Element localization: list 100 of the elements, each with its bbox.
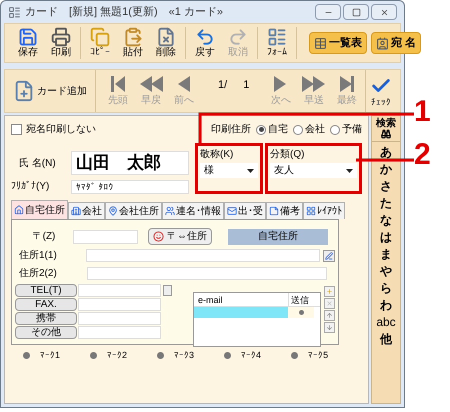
index-letter[interactable]: な [380, 212, 392, 229]
phone-field[interactable] [78, 284, 161, 297]
mark-label: ﾏｰｸ5 [308, 349, 328, 362]
dropdown-field[interactable]: 友人 [270, 163, 357, 178]
radio-button[interactable] [330, 124, 340, 134]
note-icon [269, 206, 279, 216]
check-button[interactable]: ﾁｪｯｸ [370, 74, 392, 108]
dropdown-arrow-icon [346, 168, 353, 172]
phone-type-button[interactable]: TEL(T) [15, 284, 77, 297]
tab[interactable]: 会社 [68, 202, 105, 219]
checkbox[interactable] [11, 124, 22, 135]
name-label: 氏 名(N) [18, 156, 57, 170]
app-icon [8, 6, 21, 18]
map-button[interactable] [323, 250, 336, 262]
radio-label: 予備 [342, 123, 362, 137]
index-letter[interactable]: は [380, 229, 392, 246]
address-label: 住所1(1) [18, 248, 58, 263]
fast-forward-icon [301, 75, 327, 93]
index-letter[interactable]: さ [380, 178, 392, 195]
delete-document-icon [156, 27, 176, 47]
printer-icon [51, 27, 71, 47]
radio-label: 会社 [305, 122, 325, 137]
window-title: カード [新規] 無題1(更新) «1 カード» [25, 4, 224, 20]
people-icon [165, 206, 175, 216]
toolbar-button[interactable]: 印刷 [46, 27, 76, 59]
redo-icon [228, 27, 248, 47]
radio-button[interactable] [293, 124, 303, 134]
radio-label: 自宅 [268, 122, 288, 137]
form-icon [267, 27, 287, 47]
move-up-button[interactable] [324, 310, 335, 321]
undo-icon [195, 27, 215, 47]
postal-address-button[interactable]: 〒⇔住所 [148, 228, 212, 245]
phone-type-button[interactable]: 携帯 [15, 312, 77, 325]
tab[interactable]: 出･受 [224, 202, 266, 219]
tab[interactable]: ﾚｲｱｳﾄ [303, 202, 345, 219]
index-letter[interactable]: わ [380, 297, 392, 314]
mark-label: ﾏｰｸ1 [40, 349, 60, 362]
toolbar-button[interactable]: 宛 名 [371, 32, 422, 54]
name-field[interactable]: 山田 太郎 [71, 151, 189, 175]
index-letter[interactable]: abc [376, 314, 396, 331]
callout-number: 2 [414, 139, 431, 171]
phone-field[interactable] [78, 326, 161, 339]
postal-mark-icon [163, 285, 172, 296]
index-letter[interactable]: た [380, 195, 392, 212]
close-icon [380, 8, 388, 16]
smiley-icon [153, 231, 164, 242]
first-icon [110, 75, 126, 93]
column-header: e-mail [197, 294, 224, 306]
dropdown-field[interactable]: 様 [200, 163, 258, 178]
email-cell[interactable] [194, 307, 288, 318]
index-letter[interactable]: か [380, 161, 392, 178]
address-field[interactable] [86, 249, 320, 262]
index-letter[interactable]: ま [380, 246, 392, 263]
plus-icon [326, 288, 333, 295]
building-icon [71, 206, 81, 216]
index-letter[interactable]: あ [380, 144, 392, 161]
move-down-button[interactable] [324, 322, 335, 333]
address-card-icon [376, 36, 389, 50]
tab[interactable]: 連名･情報 [162, 202, 224, 219]
toolbar-button[interactable]: 削除 [151, 27, 181, 59]
layout-icon [306, 206, 316, 216]
maximize-icon [352, 8, 360, 16]
toolbar-button[interactable]: 戻す [190, 27, 220, 59]
print-address-label: 印刷住所 [211, 122, 251, 137]
copy-icon [90, 27, 110, 47]
rewind-icon [138, 75, 164, 93]
mark-label: ﾏｰｸ2 [107, 349, 128, 362]
close-icon [326, 300, 333, 307]
dropdown-label: 敬称(K) [200, 148, 234, 161]
toolbar-button[interactable]: 貼付 [118, 27, 148, 59]
phone-field[interactable] [78, 298, 161, 311]
add-card-button[interactable]: カード追加 [13, 70, 96, 112]
toolbar-button[interactable]: 保存 [13, 27, 43, 59]
toolbar-button[interactable]: ﾌｫｰﾑ [262, 27, 292, 59]
maximize-button[interactable] [343, 4, 369, 20]
table-icon [314, 36, 327, 50]
phone-type-button[interactable]: FAX. [15, 298, 77, 311]
tab[interactable]: 自宅住所 [11, 200, 68, 219]
index-letter[interactable]: ら [380, 280, 392, 297]
tab[interactable]: 会社住所 [105, 202, 162, 219]
previous-icon [176, 75, 192, 93]
phone-type-button[interactable]: その他 [15, 326, 77, 339]
last-icon [339, 75, 355, 93]
toolbar-button[interactable]: ｺﾋﾟｰ [85, 27, 115, 59]
tab[interactable]: 備考 [266, 202, 303, 219]
index-letter[interactable]: 他 [380, 331, 392, 348]
radio-button[interactable] [256, 124, 266, 134]
index-letter[interactable]: や [380, 263, 392, 280]
add-button[interactable] [324, 286, 335, 297]
card-position: 1/ [218, 78, 228, 93]
postal-code-field[interactable] [73, 230, 138, 244]
arrow-down-icon [326, 324, 333, 331]
furigana-field[interactable]: ﾔﾏﾀﾞ ﾀﾛｳ [71, 180, 189, 194]
card-total: 1 [243, 78, 250, 93]
dropdown-label: 分類(Q) [270, 148, 306, 161]
toolbar-button[interactable]: 一覧表 [309, 32, 367, 54]
section-label: 自宅住所 [228, 228, 328, 244]
address-field[interactable] [87, 267, 327, 280]
phone-field[interactable] [78, 312, 161, 325]
address-label: 住所2(2) [18, 266, 58, 281]
